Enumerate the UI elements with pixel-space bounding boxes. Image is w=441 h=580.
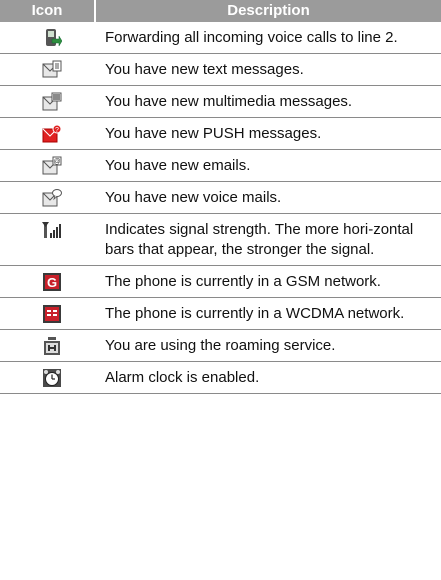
row-description: Forwarding all incoming voice calls to l… (95, 22, 441, 54)
row-description: You have new multimedia messages. (95, 85, 441, 118)
svg-text:@: @ (53, 159, 60, 166)
table-row: G The phone is currently in a GSM networ… (0, 265, 441, 298)
call-forward-icon (42, 28, 62, 48)
row-description: You are using the roaming service. (95, 329, 441, 362)
voice-mail-icon (42, 188, 62, 208)
icon-description-table: Icon Description Forwarding all incoming… (0, 0, 441, 394)
multimedia-message-icon (42, 92, 62, 112)
email-icon: @ (42, 156, 62, 176)
alarm-clock-icon (42, 368, 62, 388)
row-description: You have new emails. (95, 149, 441, 182)
row-description: You have new PUSH messages. (95, 117, 441, 150)
text-message-icon (42, 60, 62, 80)
table-row: You have new text messages. (0, 53, 441, 86)
header-icon: Icon (0, 0, 96, 22)
row-description: You have new text messages. (95, 53, 441, 86)
svg-text:?: ? (55, 127, 59, 134)
row-description: The phone is currently in a GSM network. (95, 265, 441, 298)
signal-strength-icon (42, 220, 62, 240)
table-row: @ You have new emails. (0, 149, 441, 182)
table-row: You have new voice mails. (0, 181, 441, 214)
table-row: You have new multimedia messages. (0, 85, 441, 118)
push-message-icon: ? (42, 124, 62, 144)
table-row: Alarm clock is enabled. (0, 361, 441, 394)
table-row: The phone is currently in a WCDMA networ… (0, 297, 441, 330)
table-row: You are using the roaming service. (0, 329, 441, 362)
gsm-network-icon: G (42, 272, 62, 292)
table-row: Forwarding all incoming voice calls to l… (0, 22, 441, 54)
table-row: ? You have new PUSH messages. (0, 117, 441, 150)
row-description: The phone is currently in a WCDMA networ… (95, 297, 441, 330)
row-description: Indicates signal strength. The more hori… (95, 213, 441, 266)
svg-text:G: G (47, 275, 57, 290)
roaming-icon (42, 336, 62, 356)
table-header-row: Icon Description (0, 0, 441, 22)
wcdma-network-icon (42, 304, 62, 324)
header-description: Description (95, 0, 441, 22)
row-description: Alarm clock is enabled. (95, 361, 441, 394)
table-row: Indicates signal strength. The more hori… (0, 213, 441, 266)
row-description: You have new voice mails. (95, 181, 441, 214)
